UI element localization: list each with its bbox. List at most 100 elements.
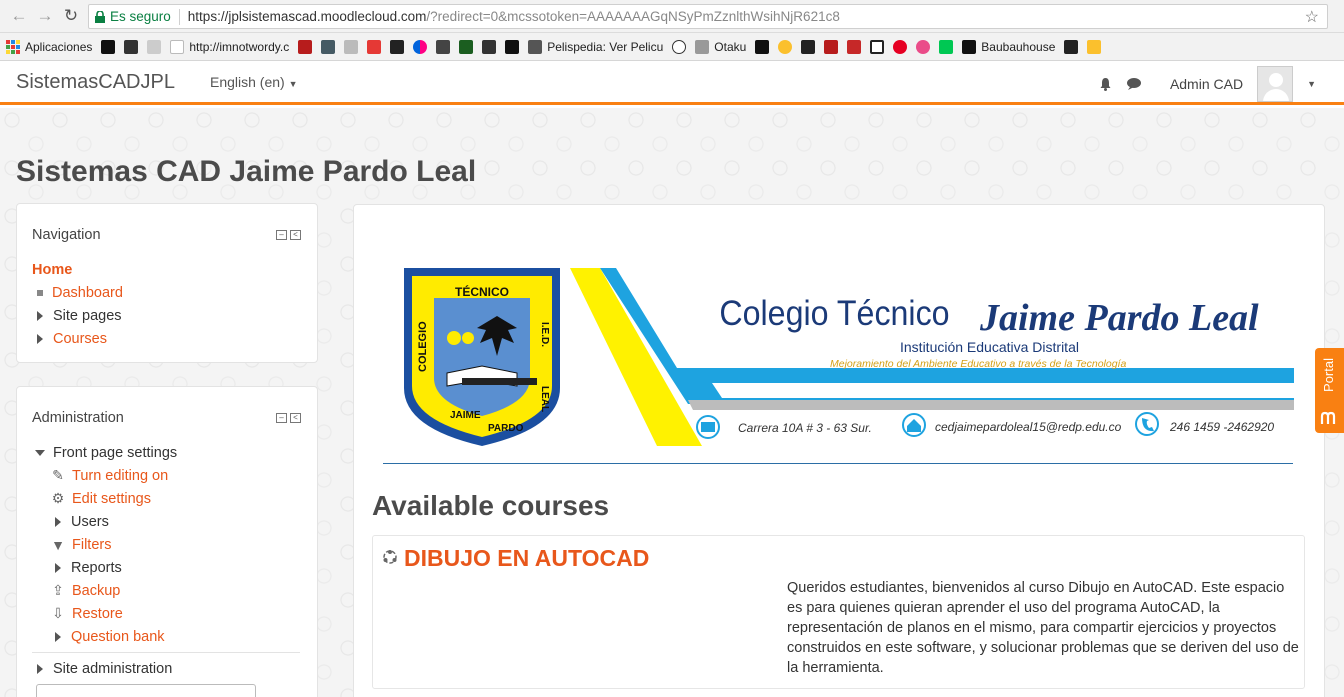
bookmark-icon[interactable] (344, 39, 359, 54)
expand-arrow-icon[interactable] (37, 333, 43, 344)
upload-icon: ⇪ (52, 582, 64, 598)
bookmark-icon[interactable] (801, 39, 816, 54)
admin-front-page-settings[interactable]: Front page settings (53, 445, 177, 461)
bookmark-label: Baubauhouse (981, 39, 1056, 54)
administration-tree: Front page settings ✎ Turn editing on ⚙ Ed… (32, 441, 300, 680)
bookmark-icon[interactable] (1087, 39, 1102, 54)
bell-icon[interactable] (1099, 77, 1112, 91)
forward-arrow-icon[interactable]: → (32, 3, 58, 29)
bookmark-pelispedia[interactable]: Pelispedia: Ver Pelicu (528, 39, 664, 54)
expand-arrow-icon[interactable] (55, 516, 61, 527)
bookmark-icon[interactable] (847, 39, 862, 54)
chat-icon[interactable] (1126, 77, 1142, 91)
bookmark-icon[interactable] (939, 39, 954, 54)
expand-arrow-icon[interactable] (37, 663, 43, 674)
bookmark-icon[interactable] (298, 39, 313, 54)
block-title: Administration (32, 410, 124, 426)
caret-down-icon[interactable]: ▼ (1307, 79, 1316, 89)
dribbble-icon[interactable] (916, 39, 931, 54)
bookmark-icon[interactable] (101, 39, 116, 54)
admin-turn-editing-on[interactable]: Turn editing on (72, 468, 168, 484)
page-icon (695, 39, 710, 54)
bookmark-icon[interactable] (147, 39, 162, 54)
school-banner: TÉCNICO COLEGIO I.E.D. LEAL JAIME PARDO … (404, 268, 1294, 446)
admin-backup[interactable]: Backup (72, 583, 120, 599)
navigation-block: Navigation – < Home Dashboard Site pages… (16, 203, 318, 363)
portal-tab[interactable]: Portal (1315, 348, 1344, 433)
site-brand[interactable]: SistemasCADJPL (16, 71, 175, 94)
banner-stripe-yellow (570, 268, 702, 446)
bookmark-baubauhouse[interactable]: Baubauhouse (962, 39, 1056, 54)
collapse-icon[interactable]: – (276, 413, 287, 423)
bookmark-icon[interactable] (824, 39, 839, 54)
flickr-icon[interactable] (413, 39, 428, 54)
bookmark-icon[interactable] (390, 39, 405, 54)
collapse-arrow-icon[interactable] (35, 449, 45, 456)
banner-address: Carrera 10A # 3 - 63 Sur. (738, 421, 872, 435)
bookmark-icon[interactable] (459, 39, 474, 54)
bookmark-icon[interactable] (436, 39, 451, 54)
block-title: Navigation (32, 227, 101, 243)
admin-filters[interactable]: Filters (72, 537, 111, 553)
language-menu[interactable]: English (en) ▼ (210, 74, 298, 90)
bookmark-label: Pelispedia: Ver Pelicu (547, 39, 664, 54)
admin-reports[interactable]: Reports (71, 560, 122, 576)
expand-arrow-icon[interactable] (55, 631, 61, 642)
bookmark-icon[interactable] (124, 39, 139, 54)
portal-label: Portal (1321, 358, 1336, 392)
back-arrow-icon[interactable]: ← (6, 3, 32, 29)
url-field[interactable]: Es seguro https://jplsistemascad.moodlec… (88, 4, 1328, 29)
bookmark-icon[interactable] (755, 39, 770, 54)
reload-icon[interactable]: ↻ (58, 3, 84, 29)
nav-courses[interactable]: Courses (53, 331, 107, 347)
admin-question-bank[interactable]: Question bank (71, 629, 165, 645)
gear-icon: ⚙ (51, 490, 65, 506)
bookmark-icon[interactable] (321, 39, 336, 54)
user-nav: Admin CAD ▼ (1099, 66, 1316, 102)
secure-indicator[interactable]: Es seguro (95, 9, 171, 24)
navigation-tree: Home Dashboard Site pages Courses (32, 258, 123, 350)
divider (32, 652, 300, 653)
user-name[interactable]: Admin CAD (1170, 76, 1243, 92)
bookmark-otaku[interactable]: Otaku (695, 39, 746, 54)
phone-icon (1135, 412, 1159, 436)
bookmark-star-icon[interactable]: ☆ (1305, 7, 1319, 27)
bookmark-icon[interactable] (778, 39, 793, 54)
admin-site-administration[interactable]: Site administration (53, 661, 172, 677)
admin-users[interactable]: Users (71, 514, 109, 530)
nav-site-pages[interactable]: Site pages (53, 308, 122, 324)
bookmark-apps[interactable]: Aplicaciones (6, 39, 92, 54)
dock-icon[interactable]: < (290, 413, 301, 423)
search-field[interactable] (36, 684, 256, 697)
shield-text-left: COLEGIO (417, 321, 429, 372)
expand-arrow-icon[interactable] (37, 310, 43, 321)
pinterest-icon[interactable] (893, 39, 908, 54)
page-icon (962, 39, 977, 54)
collapse-icon[interactable]: – (276, 230, 287, 240)
url-path: /?redirect=0&mcssotoken=AAAAAAAGqNSyPmZz… (426, 9, 840, 24)
secure-label: Es seguro (110, 9, 171, 24)
admin-restore[interactable]: Restore (72, 606, 123, 622)
site-navbar: SistemasCADJPL English (en) ▼ Admin CAD … (0, 62, 1344, 105)
avatar[interactable] (1257, 66, 1294, 102)
language-label: English (en) (210, 74, 285, 90)
smiley-icon[interactable] (672, 39, 687, 54)
block-controls: – < (276, 230, 301, 240)
download-icon: ⇩ (52, 605, 64, 621)
bookmark-icon[interactable] (367, 39, 382, 54)
dock-icon[interactable]: < (290, 230, 301, 240)
bookmark-icon[interactable] (482, 39, 497, 54)
bookmark-icon[interactable] (1064, 39, 1079, 54)
bookmark-icon[interactable] (870, 39, 885, 54)
banner-title-script: Jaime Pardo Leal (979, 297, 1259, 339)
bookmark-icon[interactable] (505, 39, 520, 54)
course-title-link[interactable]: DIBUJO EN AUTOCAD (404, 545, 649, 572)
url-host: https://jplsistemascad.moodlecloud.com (187, 9, 427, 24)
admin-edit-settings[interactable]: Edit settings (72, 491, 151, 507)
nav-home[interactable]: Home (32, 262, 72, 278)
gear-icon (447, 331, 461, 345)
bookmark-imnotwordy[interactable]: http://imnotwordy.c (170, 39, 289, 54)
expand-arrow-icon[interactable] (55, 562, 61, 573)
available-courses-heading: Available courses (372, 490, 610, 521)
nav-dashboard[interactable]: Dashboard (52, 285, 123, 301)
